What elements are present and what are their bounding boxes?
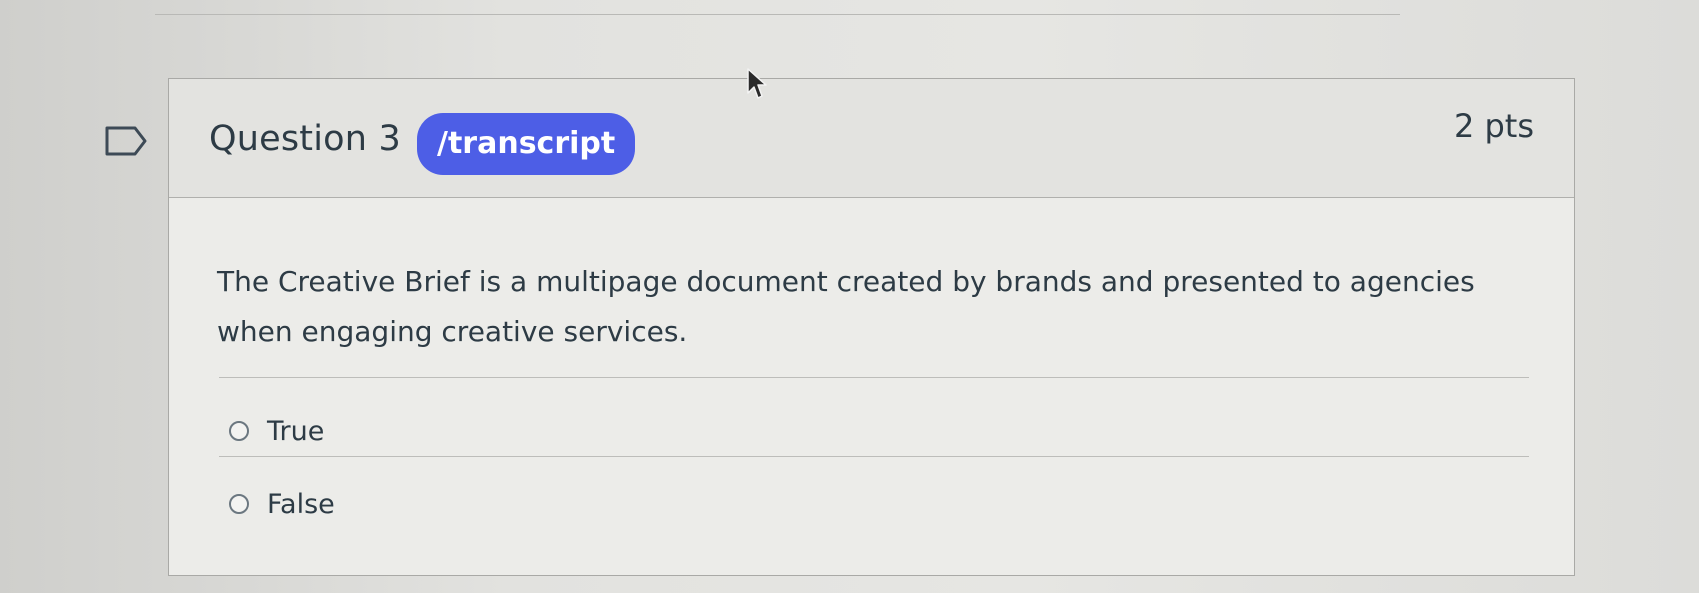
answer-false[interactable]: False — [229, 484, 335, 524]
divider — [219, 456, 1529, 457]
page: Question 3 /transcript 2 pts The Creativ… — [0, 0, 1699, 593]
question-header: Question 3 /transcript 2 pts — [169, 79, 1574, 198]
question-title: Question 3 — [209, 119, 401, 159]
transcript-badge[interactable]: /transcript — [417, 113, 636, 175]
answer-true[interactable]: True — [229, 411, 324, 451]
flag-icon[interactable] — [105, 126, 147, 156]
divider — [219, 377, 1529, 378]
question-points: 2 pts — [1453, 107, 1534, 145]
question-text: The Creative Brief is a multipage docume… — [217, 265, 1475, 348]
radio-true[interactable] — [229, 421, 249, 441]
cursor-icon — [747, 68, 767, 99]
answer-label-true[interactable]: True — [267, 416, 324, 447]
radio-false[interactable] — [229, 494, 249, 514]
question-card: Question 3 /transcript 2 pts The Creativ… — [168, 78, 1575, 576]
previous-card-edge — [155, 0, 1400, 15]
answer-label-false[interactable]: False — [267, 489, 335, 520]
